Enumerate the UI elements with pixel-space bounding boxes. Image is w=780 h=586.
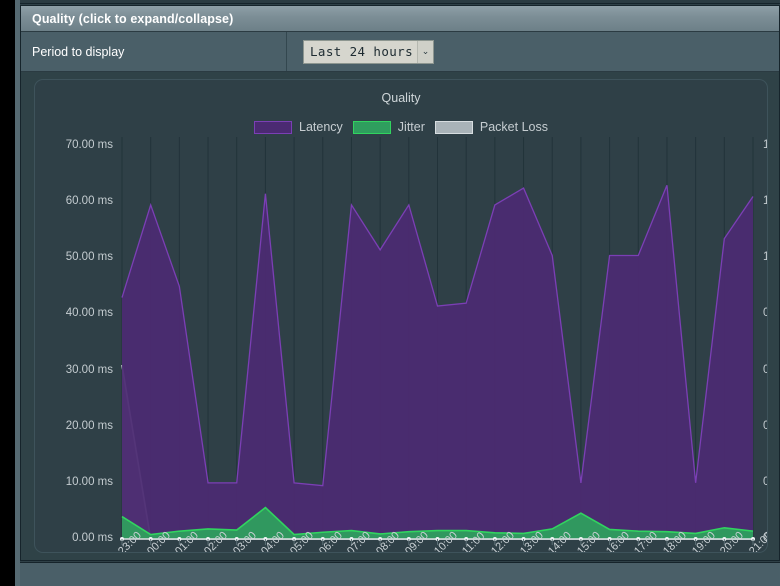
top-strip — [20, 0, 780, 4]
y-axis-right-tick-label: 0.60 % — [763, 364, 767, 376]
chart-svg — [120, 137, 755, 545]
y-axis-right-tick-label: 0.20 % — [763, 476, 767, 488]
y-axis-left-tick-label: 40.00 ms — [65, 307, 113, 320]
app-root: Quality (click to expand/collapse) Perio… — [0, 0, 780, 586]
chart-plot-area: 0.00 ms 10.00 ms 20.00 ms 30.00 ms 40.00 ms 5… — [35, 80, 767, 552]
quality-panel-header[interactable]: Quality (click to expand/collapse) — [21, 6, 779, 32]
y-axis-right-tick-label: 1.40 % — [763, 139, 767, 151]
period-row: Period to display Last 24 hours ⌄ — [21, 32, 779, 72]
period-to-display-label: Period to display — [32, 44, 125, 59]
quality-panel: Quality (click to expand/collapse) Perio… — [20, 5, 780, 561]
page-body: Quality (click to expand/collapse) Perio… — [20, 0, 780, 586]
quality-chart-card: Quality Latency Jitter Packet Loss 0.00 … — [34, 79, 768, 553]
y-axis-right-tick-label: 0.80 % — [763, 307, 767, 319]
y-axis-left-tick-label: 20.00 ms — [65, 419, 113, 432]
bottom-pad — [20, 562, 780, 586]
y-axis-left-tick-label: 70.00 ms — [65, 139, 113, 151]
chevron-down-icon[interactable]: ⌄ — [417, 40, 434, 63]
y-axis-left-tick-label: 50.00 ms — [65, 251, 113, 264]
panel-header-title: Quality (click to expand/collapse) — [32, 11, 234, 26]
y-axis-left-tick-label: 60.00 ms — [65, 195, 113, 208]
y-axis-left-tick-label: 30.00 ms — [65, 363, 113, 376]
window-left-gutter — [0, 0, 15, 586]
y-axis-right-tick-label: 1.00 % — [763, 251, 767, 263]
period-select-cell: Last 24 hours ⌄ — [287, 32, 779, 71]
period-select[interactable]: Last 24 hours ⌄ — [303, 39, 435, 64]
period-label-cell: Period to display — [21, 32, 287, 71]
y-axis-left-tick-label: 10.00 ms — [65, 475, 113, 488]
y-axis-right-tick-label: 0.40 % — [763, 420, 767, 432]
y-axis-left-tick-label: 0.00 ms — [72, 532, 113, 544]
period-select-value: Last 24 hours — [310, 44, 414, 59]
y-axis-right-tick-label: 1.20 % — [763, 195, 767, 207]
